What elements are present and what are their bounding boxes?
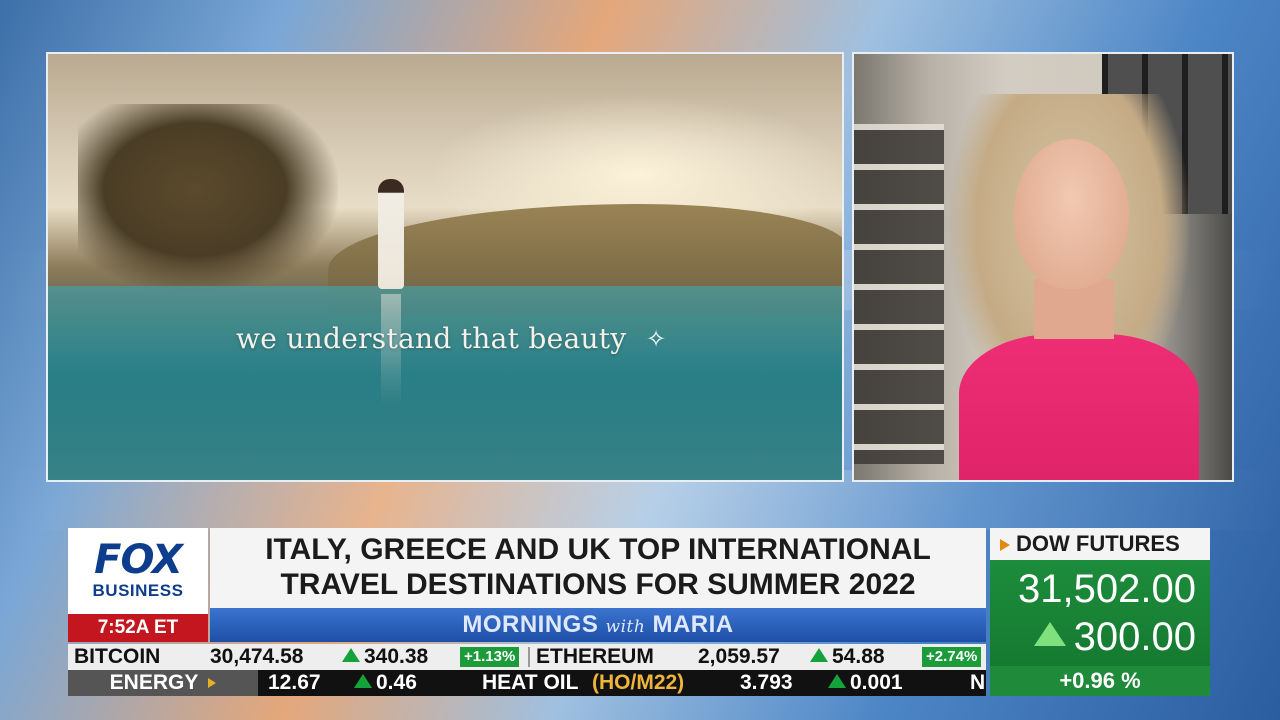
ticker-bitcoin-change: 340.38 (364, 645, 429, 668)
triangle-up-icon (810, 648, 828, 662)
ticker-sector-text: ENERGY (109, 671, 199, 694)
logo-fox-text: FOX (94, 537, 183, 583)
guest-face (1014, 139, 1129, 289)
ticker-crypto: BITCOIN 30,474.58 340.38 +1.13% ETHEREUM… (68, 644, 986, 670)
ticker-sector-label: ENERGY (68, 670, 258, 696)
dow-futures-title: DOW FUTURES (990, 528, 1210, 560)
bookshelf (854, 124, 944, 464)
dow-change-row: 300.00 (1033, 614, 1196, 660)
ticker-separator (528, 647, 530, 667)
headline-line-1: ITALY, GREECE AND UK TOP INTERNATIONAL (265, 533, 931, 566)
video-caption: we understand that beauty (236, 322, 627, 355)
dow-value: 31,502.00 (1018, 567, 1196, 611)
sparkle-icon: ✧ (646, 326, 667, 353)
ticker-heat-oil-label: HEAT OIL (482, 671, 579, 694)
ticker-bitcoin-price: 30,474.58 (210, 645, 304, 668)
video-feed-guest (852, 52, 1234, 482)
ticker-bitcoin-change-row: 340.38 (342, 644, 428, 670)
ticker-bitcoin-pct: +1.13% (460, 647, 520, 667)
show-title-bar: MORNINGS with MARIA (210, 608, 986, 642)
show-name-part1: MORNINGS (462, 611, 599, 638)
ticker-heat-oil-code: (HO/M22) (592, 671, 685, 694)
infinity-pool (48, 286, 842, 480)
dow-futures-panel: 31,502.00 300.00 (990, 560, 1210, 666)
triangle-up-icon (354, 674, 372, 688)
ticker-energy-change: 0.46 (376, 671, 417, 694)
dow-title-text: DOW FUTURES (1016, 531, 1180, 556)
triangle-up-icon (342, 648, 360, 662)
ticker-ethereum-pct: +2.74% (922, 647, 982, 667)
triangle-right-icon (208, 678, 217, 689)
tree (78, 104, 338, 294)
ticker-heat-oil-change: 0.001 (850, 671, 903, 694)
ticker-energy-change-row: 0.46 (354, 670, 417, 696)
ticker-ethereum-change-row: 54.88 (810, 644, 885, 670)
headline: ITALY, GREECE AND UK TOP INTERNATIONAL T… (210, 528, 986, 608)
triangle-right-icon (1000, 539, 1010, 552)
ticker-energy-value: 12.67 (268, 671, 321, 694)
video-feed-left: we understand that beauty ✧ (46, 52, 844, 482)
logo-business-text: BUSINESS (92, 581, 184, 600)
woman-figure (378, 179, 404, 289)
headline-line-2: TRAVEL DESTINATIONS FOR SUMMER 2022 (280, 568, 916, 601)
dow-change: 300.00 (1073, 615, 1196, 659)
guest-top (959, 334, 1199, 480)
triangle-up-icon (828, 674, 846, 688)
fox-business-logo: FOX BUSINESS (68, 528, 208, 614)
ticker-heat-oil-price: 3.793 (740, 671, 793, 694)
ticker-energy: ENERGY 12.67 0.46 HEAT OIL (HO/M22) 3.79… (68, 670, 986, 696)
dow-percent-change: +0.96 % (990, 666, 1210, 696)
ticker-bitcoin-label: BITCOIN (74, 645, 161, 668)
ticker-next-item: N (970, 671, 986, 694)
ticker-ethereum-label: ETHEREUM (536, 645, 654, 668)
triangle-up-icon (1033, 622, 1066, 646)
dow-pct-box: +0.96 % (990, 666, 1210, 696)
ticker-ethereum-change: 54.88 (832, 645, 885, 668)
ticker-heat-oil-change-row: 0.001 (828, 670, 903, 696)
show-name-with: with (605, 617, 646, 637)
show-name-part2: MARIA (652, 611, 734, 638)
ticker-ethereum-price: 2,059.57 (698, 645, 780, 668)
clock-time: 7:52A ET (68, 614, 208, 642)
